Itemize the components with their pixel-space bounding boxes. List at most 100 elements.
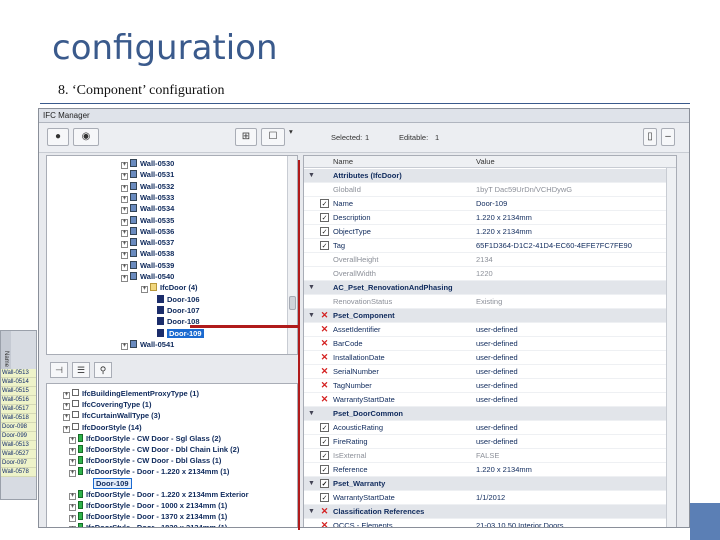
properties-scrollbar[interactable] xyxy=(666,168,676,527)
list-icon[interactable]: ☰ xyxy=(72,362,90,378)
expand-toggle-icon[interactable]: + xyxy=(121,342,128,350)
collapse-triangle-icon[interactable]: ▼ xyxy=(308,169,315,183)
expand-toggle-icon[interactable]: + xyxy=(69,504,76,511)
property-row[interactable]: ✕ InstallationDate user-defined xyxy=(304,351,668,365)
expand-toggle-icon[interactable]: + xyxy=(69,459,76,467)
property-row[interactable]: ✕ BarCode user-defined xyxy=(304,337,668,351)
property-value[interactable]: 1220 xyxy=(476,267,493,281)
expand-toggle-icon[interactable]: + xyxy=(121,218,128,226)
classification-item[interactable]: + IfcCurtainWallType (3) xyxy=(63,410,160,422)
expand-toggle-icon[interactable]: + xyxy=(63,392,70,399)
expand-toggle-icon[interactable]: + xyxy=(121,241,128,249)
property-value[interactable]: user-defined xyxy=(476,365,518,379)
classification-item[interactable]: + IfcDoorStyle - Door - 1.220 x 2134mm Ex… xyxy=(69,489,249,500)
not-exported-x-icon[interactable]: ✕ xyxy=(320,325,329,334)
classification-item[interactable]: + IfcDoorStyle - Door - 1.220 x 2134mm (1… xyxy=(69,466,229,478)
checkbox-checked-icon[interactable]: ✓ xyxy=(320,199,329,208)
tree-item[interactable]: + Wall-0532 xyxy=(121,181,174,192)
property-row[interactable]: ✓ Tag 65F1D364-D1C2-41D4-EC60-4EFE7FC7FE90 xyxy=(304,239,668,253)
expand-toggle-icon[interactable]: + xyxy=(69,515,76,523)
property-row[interactable]: GlobalId 1byT Dac59UrDn/VCHDywG xyxy=(304,183,668,197)
search-icon[interactable]: ⚲ xyxy=(94,362,112,378)
tree-item[interactable]: Door-107 xyxy=(157,305,200,316)
property-row[interactable]: ✓ Description 1.220 x 2134mm xyxy=(304,211,668,225)
property-group[interactable]: ▼ ✕ Classification References xyxy=(304,505,668,519)
expand-toggle-icon[interactable]: + xyxy=(63,414,70,422)
property-group[interactable]: ▼ Attributes (IfcDoor) xyxy=(304,169,668,183)
expand-toggle-icon[interactable]: + xyxy=(69,436,76,444)
property-value[interactable]: 65F1D364-D1C2-41D4-EC60-4EFE7FC7FE90 xyxy=(476,239,632,253)
collapse-triangle-icon[interactable]: ▼ xyxy=(308,505,315,519)
expand-toggle-icon[interactable]: + xyxy=(63,425,70,433)
property-value[interactable]: 21-03 10 50 Interior Doors xyxy=(476,519,564,527)
property-row[interactable]: ✓ Reference 1.220 x 2134mm xyxy=(304,463,668,477)
classification-item[interactable]: + IfcDoorStyle - CW Door - Dbl Chain Link… xyxy=(69,444,239,455)
tree-item[interactable]: + Wall-0534 xyxy=(121,203,174,215)
checkbox-checked-icon[interactable]: ✓ xyxy=(320,241,329,250)
tree-item[interactable]: + Wall-0533 xyxy=(121,192,174,203)
collapse-triangle-icon[interactable]: ▼ xyxy=(308,309,315,323)
property-value[interactable]: 2134 xyxy=(476,253,493,267)
not-exported-x-icon[interactable]: ✕ xyxy=(320,353,329,362)
property-value[interactable]: Door-109 xyxy=(476,197,507,211)
property-row[interactable]: ✕ SerialNumber user-defined xyxy=(304,365,668,379)
dropdown-icon[interactable]: ▾ xyxy=(289,127,293,136)
property-row[interactable]: RenovationStatus Existing xyxy=(304,295,668,309)
property-value[interactable]: 1/1/2012 xyxy=(476,491,505,505)
hierarchy-icon[interactable]: ⊣ xyxy=(50,362,68,378)
tree-item[interactable]: + Wall-0531 xyxy=(121,169,174,181)
classification-item[interactable]: + IfcCoveringType (1) xyxy=(63,399,151,411)
not-exported-x-icon[interactable]: ✕ xyxy=(320,395,329,404)
not-exported-x-icon[interactable]: ✕ xyxy=(320,339,329,348)
property-group[interactable]: ▼ Pset_DoorCommon xyxy=(304,407,668,421)
tree-item[interactable]: + Wall-0541 xyxy=(121,339,174,350)
property-value[interactable]: user-defined xyxy=(476,393,518,407)
not-exported-x-icon[interactable]: ✕ xyxy=(320,367,329,376)
property-value[interactable]: 1.220 x 2134mm xyxy=(476,211,532,225)
tree-item[interactable]: + Wall-0539 xyxy=(121,260,174,271)
expand-toggle-icon[interactable]: + xyxy=(121,195,128,203)
expand-toggle-icon[interactable]: + xyxy=(121,229,128,237)
classification-item[interactable]: + IfcDoorStyle - CW Door - Sgl Glass (2) xyxy=(69,433,221,444)
checkbox-checked-icon[interactable]: ✓ xyxy=(320,451,329,460)
column-name[interactable]: Name xyxy=(333,156,353,168)
tree-item[interactable]: + Wall-0538 xyxy=(121,248,174,260)
tree-item[interactable]: Door-106 xyxy=(157,294,200,305)
property-value[interactable]: user-defined xyxy=(476,337,518,351)
property-row[interactable]: ✕ TagNumber user-defined xyxy=(304,379,668,393)
tree-item[interactable]: Door-109 xyxy=(157,328,204,339)
expand-toggle-icon[interactable]: + xyxy=(69,492,76,500)
tree-item[interactable]: + Wall-0530 xyxy=(121,158,174,169)
checkbox-checked-icon[interactable]: ✓ xyxy=(320,213,329,222)
property-row[interactable]: ✕ AssetIdentifier user-defined xyxy=(304,323,668,337)
not-exported-x-icon[interactable]: ✕ xyxy=(320,521,329,528)
property-value[interactable]: user-defined xyxy=(476,421,518,435)
expand-toggle-icon[interactable]: + xyxy=(69,448,76,455)
property-group[interactable]: ▼ AC_Pset_RenovationAndPhasing xyxy=(304,281,668,295)
checkbox-checked-icon[interactable]: ✓ xyxy=(320,493,329,502)
property-row[interactable]: OverallWidth 1220 xyxy=(304,267,668,281)
property-value[interactable]: user-defined xyxy=(476,351,518,365)
property-row[interactable]: ✓ WarrantyStartDate 1/1/2012 xyxy=(304,491,668,505)
expand-toggle-icon[interactable]: + xyxy=(141,286,148,294)
not-exported-x-icon[interactable]: ✕ xyxy=(320,507,329,516)
eye-icon[interactable]: ◉ xyxy=(73,128,99,146)
record-icon[interactable]: ● xyxy=(47,128,69,146)
property-row[interactable]: ✓ ObjectType 1.220 x 2134mm xyxy=(304,225,668,239)
checkbox-checked-icon[interactable]: ✓ xyxy=(320,479,329,488)
not-exported-x-icon[interactable]: ✕ xyxy=(320,381,329,390)
classification-item[interactable]: + IfcDoorStyle - Door - 1370 x 2134mm (1) xyxy=(69,511,227,523)
property-row[interactable]: ✓ FireRating user-defined xyxy=(304,435,668,449)
expand-toggle-icon[interactable]: + xyxy=(121,184,128,192)
tree-item[interactable]: + Wall-0540 xyxy=(121,271,174,282)
property-value[interactable]: user-defined xyxy=(476,379,518,393)
collapse-triangle-icon[interactable]: ▼ xyxy=(308,477,315,491)
property-row[interactable]: ✕ OCCS - Elements 21-03 10 50 Interior Doo… xyxy=(304,519,668,528)
property-row[interactable]: ✓ Name Door-109 xyxy=(304,197,668,211)
checkbox-checked-icon[interactable]: ✓ xyxy=(320,227,329,236)
property-value[interactable]: user-defined xyxy=(476,435,518,449)
property-value[interactable]: 1.220 x 2134mm xyxy=(476,225,532,239)
collapse-triangle-icon[interactable]: ▼ xyxy=(308,281,315,295)
expand-toggle-icon[interactable]: + xyxy=(69,526,76,527)
classification-item[interactable]: + IfcBuildingElementProxyType (1) xyxy=(63,388,199,399)
